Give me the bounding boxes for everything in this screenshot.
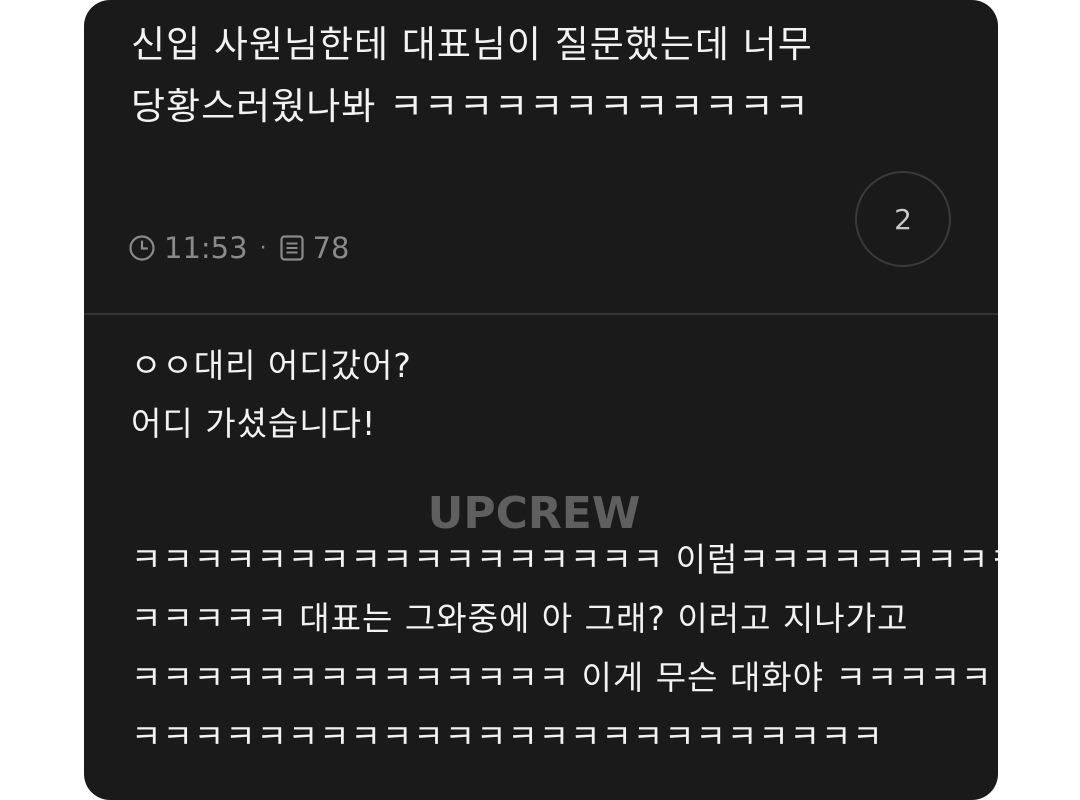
body-line: 어디 가셨습니다! [131,404,377,443]
post-header: 신입 사원님한테 대표님이 질문했는데 너무 당황스러웠나봐 ㅋㅋㅋㅋㅋㅋㅋㅋㅋ… [84,0,998,313]
post-card: 신입 사원님한테 대표님이 질문했는데 너무 당황스러웠나봐 ㅋㅋㅋㅋㅋㅋㅋㅋㅋ… [84,0,998,800]
body-line: ㅋㅋㅋㅋㅋ 대표는 그와중에 아 그래? 이러고 지나가고 [131,599,909,638]
body-line: ㅇㅇ대리 어디갔어? [131,346,412,385]
post-meta: 11:53 · 78 [128,226,349,270]
post-title: 신입 사원님한테 대표님이 질문했는데 너무 당황스러웠나봐 ㅋㅋㅋㅋㅋㅋㅋㅋㅋ… [131,23,813,128]
body-line: ㅋㅋㅋㅋㅋㅋㅋㅋㅋㅋㅋㅋㅋㅋㅋㅋㅋㅋㅋㅋㅋㅋㅋㅋ [131,717,884,756]
divider [84,313,998,315]
document-icon [279,234,305,262]
comment-count-button[interactable]: 2 [855,171,951,267]
body-line: ㅋㅋㅋㅋㅋㅋㅋㅋㅋㅋㅋㅋㅋㅋㅋㅋㅋ 이럼ㅋㅋㅋㅋㅋㅋㅋㅋㅋㅋ [131,540,998,579]
clock-icon [128,234,156,262]
post-time: 11:53 [164,231,248,265]
body-line: ㅋㅋㅋㅋㅋㅋㅋㅋㅋㅋㅋㅋㅋㅋ 이게 무슨 대화야 ㅋㅋㅋㅋㅋㅋ [131,658,998,697]
post-body: ㅇㅇ대리 어디갔어? 어디 가셨습니다! ㅋㅋㅋㅋㅋㅋㅋㅋㅋㅋㅋㅋㅋㅋㅋㅋㅋ 이… [131,337,998,766]
meta-separator: · [259,235,267,261]
view-count: 78 [312,231,350,265]
comment-count: 2 [894,202,912,236]
